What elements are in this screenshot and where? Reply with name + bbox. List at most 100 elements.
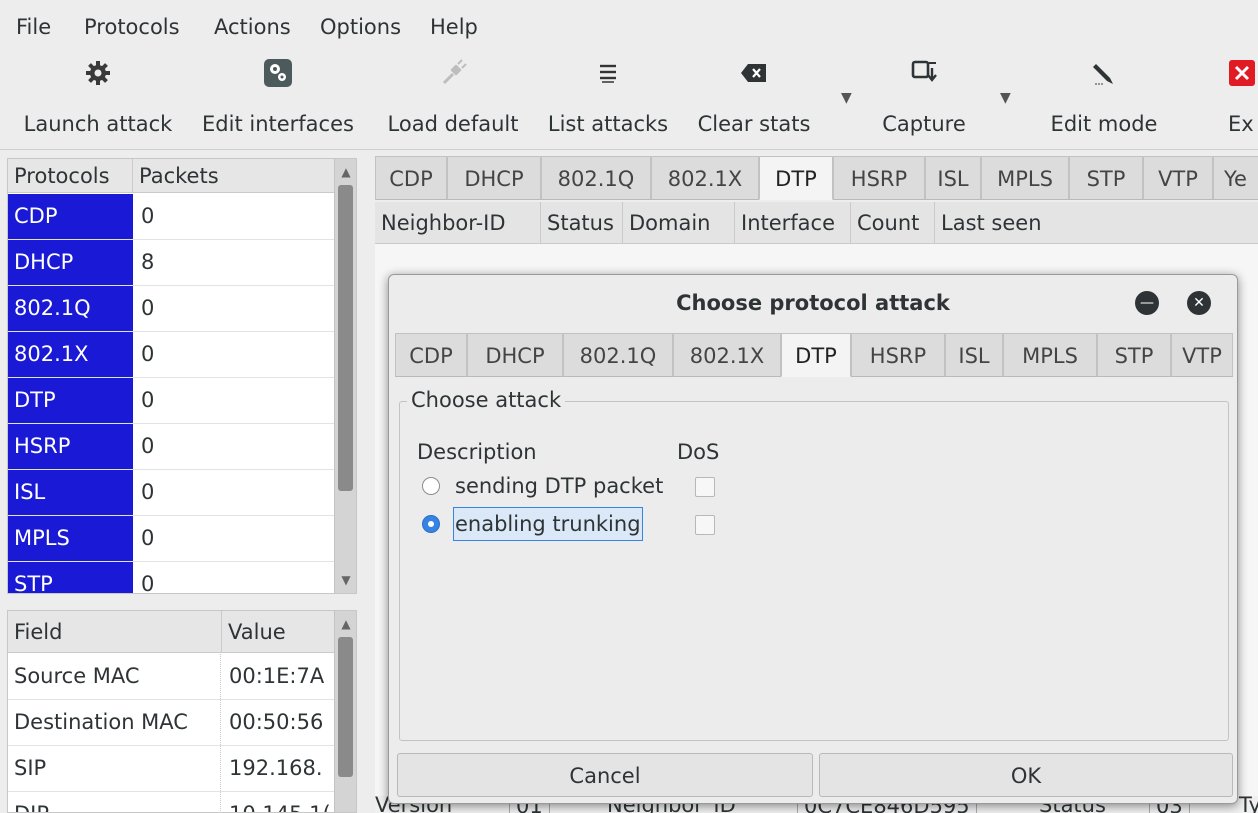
- table-row[interactable]: CDP 0: [8, 194, 336, 240]
- protocol-name: 802.1X: [8, 332, 133, 377]
- list-icon: [591, 56, 625, 90]
- table-row[interactable]: Destination MAC 00:50:56: [8, 700, 336, 746]
- dialog-tab-mpls[interactable]: MPLS: [1003, 333, 1097, 377]
- dialog-tab-dhcp[interactable]: DHCP: [467, 333, 563, 377]
- edit-mode-button[interactable]: Edit mode: [1030, 50, 1178, 150]
- tab-hsrp[interactable]: HSRP: [833, 156, 925, 200]
- protocol-tabs: CDP DHCP 802.1Q 802.1X DTP HSRP ISL MPLS…: [375, 156, 1258, 200]
- table-row[interactable]: MPLS 0: [8, 516, 336, 562]
- capture-dropdown-arrow[interactable]: ▼: [841, 90, 852, 106]
- dialog-tab-8021q[interactable]: 802.1Q: [563, 333, 673, 377]
- scroll-up-arrow[interactable]: ▲: [335, 617, 356, 631]
- menu-options[interactable]: Options: [320, 12, 401, 42]
- header-domain[interactable]: Domain: [623, 202, 735, 244]
- table-row[interactable]: HSRP 0: [8, 424, 336, 470]
- header-value[interactable]: Value: [222, 611, 336, 653]
- header-neighbor-id[interactable]: Neighbor-ID: [375, 202, 541, 244]
- tab-8021q[interactable]: 802.1Q: [541, 156, 651, 200]
- field-name: SIP: [14, 756, 47, 780]
- tab-stp[interactable]: STP: [1069, 156, 1143, 200]
- dialog-tab-cdp[interactable]: CDP: [395, 333, 467, 377]
- table-row[interactable]: DHCP 8: [8, 240, 336, 286]
- attack-radio-enabling-trunking[interactable]: [422, 515, 440, 533]
- tab-dtp[interactable]: DTP: [759, 156, 833, 200]
- header-field[interactable]: Field: [8, 611, 222, 653]
- table-row[interactable]: DIP10.145.1(: [8, 792, 336, 812]
- backspace-icon: [737, 56, 771, 90]
- header-packets[interactable]: Packets: [133, 159, 336, 193]
- exit-label: Ex: [1228, 112, 1254, 136]
- attack-radio-sending-dtp[interactable]: [422, 477, 440, 495]
- ok-button[interactable]: OK: [819, 753, 1233, 797]
- scrollbar-thumb[interactable]: [338, 637, 353, 777]
- dialog-title: Choose protocol attack: [676, 291, 950, 315]
- launch-attack-button[interactable]: Launch attack: [8, 50, 188, 150]
- gear-icon: [81, 56, 115, 90]
- tab-yersinia[interactable]: Ye: [1213, 156, 1258, 200]
- field-value: 192.168.: [220, 746, 323, 791]
- table-row[interactable]: Source MAC 00:1E:7A: [8, 654, 336, 700]
- tab-vtp[interactable]: VTP: [1143, 156, 1213, 200]
- scroll-up-arrow[interactable]: ▲: [335, 165, 356, 179]
- tab-isl[interactable]: ISL: [925, 156, 981, 200]
- field-name: Source MAC: [14, 664, 140, 688]
- tab-dhcp[interactable]: DHCP: [447, 156, 541, 200]
- tab-8021x[interactable]: 802.1X: [651, 156, 759, 200]
- header-last-seen[interactable]: Last seen: [935, 202, 1258, 244]
- edit-interfaces-button[interactable]: Edit interfaces: [190, 50, 366, 150]
- protocol-name: ISL: [8, 470, 133, 515]
- menu-file[interactable]: File: [16, 12, 51, 42]
- fields-table: Field Value Source MAC 00:1E:7A Destinati…: [7, 610, 357, 813]
- protocol-name: DTP: [8, 378, 133, 423]
- header-protocols[interactable]: Protocols: [8, 159, 133, 193]
- load-default-button[interactable]: Load default: [376, 50, 530, 150]
- table-row[interactable]: ISL 0: [8, 470, 336, 516]
- scrollbar-thumb[interactable]: [338, 185, 353, 491]
- attack-description[interactable]: sending DTP packet: [455, 469, 663, 503]
- protocol-name: HSRP: [8, 424, 133, 469]
- load-default-label: Load default: [387, 112, 519, 136]
- exit-button[interactable]: Ex: [1214, 50, 1258, 150]
- header-status[interactable]: Status: [541, 202, 623, 244]
- table-row[interactable]: SIP 192.168.: [8, 746, 336, 792]
- dos-checkbox[interactable]: [695, 515, 715, 535]
- tab-cdp[interactable]: CDP: [375, 156, 447, 200]
- clear-stats-button[interactable]: Clear stats: [684, 50, 824, 150]
- table-row[interactable]: STP 0: [8, 562, 336, 593]
- header-count[interactable]: Count: [851, 202, 935, 244]
- edit-mode-dropdown-arrow[interactable]: ▼: [1000, 90, 1011, 106]
- dos-checkbox[interactable]: [695, 477, 715, 497]
- cancel-button[interactable]: Cancel: [397, 753, 813, 797]
- table-row[interactable]: 802.1Q 0: [8, 286, 336, 332]
- capture-icon: [907, 56, 941, 90]
- protocols-table-header: Protocols Packets: [8, 159, 336, 193]
- fields-table-header: Field Value: [8, 611, 336, 653]
- menu-help[interactable]: Help: [430, 12, 478, 42]
- dialog-tab-dtp[interactable]: DTP: [781, 333, 851, 377]
- scroll-down-arrow[interactable]: ▼: [335, 573, 356, 587]
- dialog-tab-vtp[interactable]: VTP: [1171, 333, 1233, 377]
- dialog-tab-stp[interactable]: STP: [1097, 333, 1171, 377]
- header-interface[interactable]: Interface: [735, 202, 851, 244]
- minimize-icon[interactable]: —: [1135, 291, 1159, 315]
- menu-actions[interactable]: Actions: [214, 12, 291, 42]
- fields-scrollbar[interactable]: ▲: [334, 611, 356, 812]
- toolbar: Launch attack Edit interfaces Load defau…: [0, 50, 1258, 150]
- menu-protocols[interactable]: Protocols: [84, 12, 180, 42]
- settings-icon: [261, 56, 295, 90]
- packet-count: 0: [141, 296, 155, 320]
- close-icon[interactable]: ✕: [1187, 291, 1211, 315]
- dialog-tab-hsrp[interactable]: HSRP: [851, 333, 945, 377]
- field-name: Destination MAC: [14, 710, 188, 734]
- table-row[interactable]: DTP 0: [8, 378, 336, 424]
- capture-button[interactable]: Capture: [862, 50, 986, 150]
- table-row[interactable]: 802.1X 0: [8, 332, 336, 378]
- field-name: DIP: [8, 792, 220, 812]
- protocols-scrollbar[interactable]: ▲ ▼: [334, 159, 356, 593]
- list-attacks-button[interactable]: List attacks: [536, 50, 680, 150]
- tab-mpls[interactable]: MPLS: [981, 156, 1069, 200]
- choose-attack-label: Choose attack: [407, 383, 566, 417]
- dialog-tab-8021x[interactable]: 802.1X: [673, 333, 781, 377]
- attack-description[interactable]: enabling trunking: [453, 507, 643, 541]
- dialog-tab-isl[interactable]: ISL: [945, 333, 1003, 377]
